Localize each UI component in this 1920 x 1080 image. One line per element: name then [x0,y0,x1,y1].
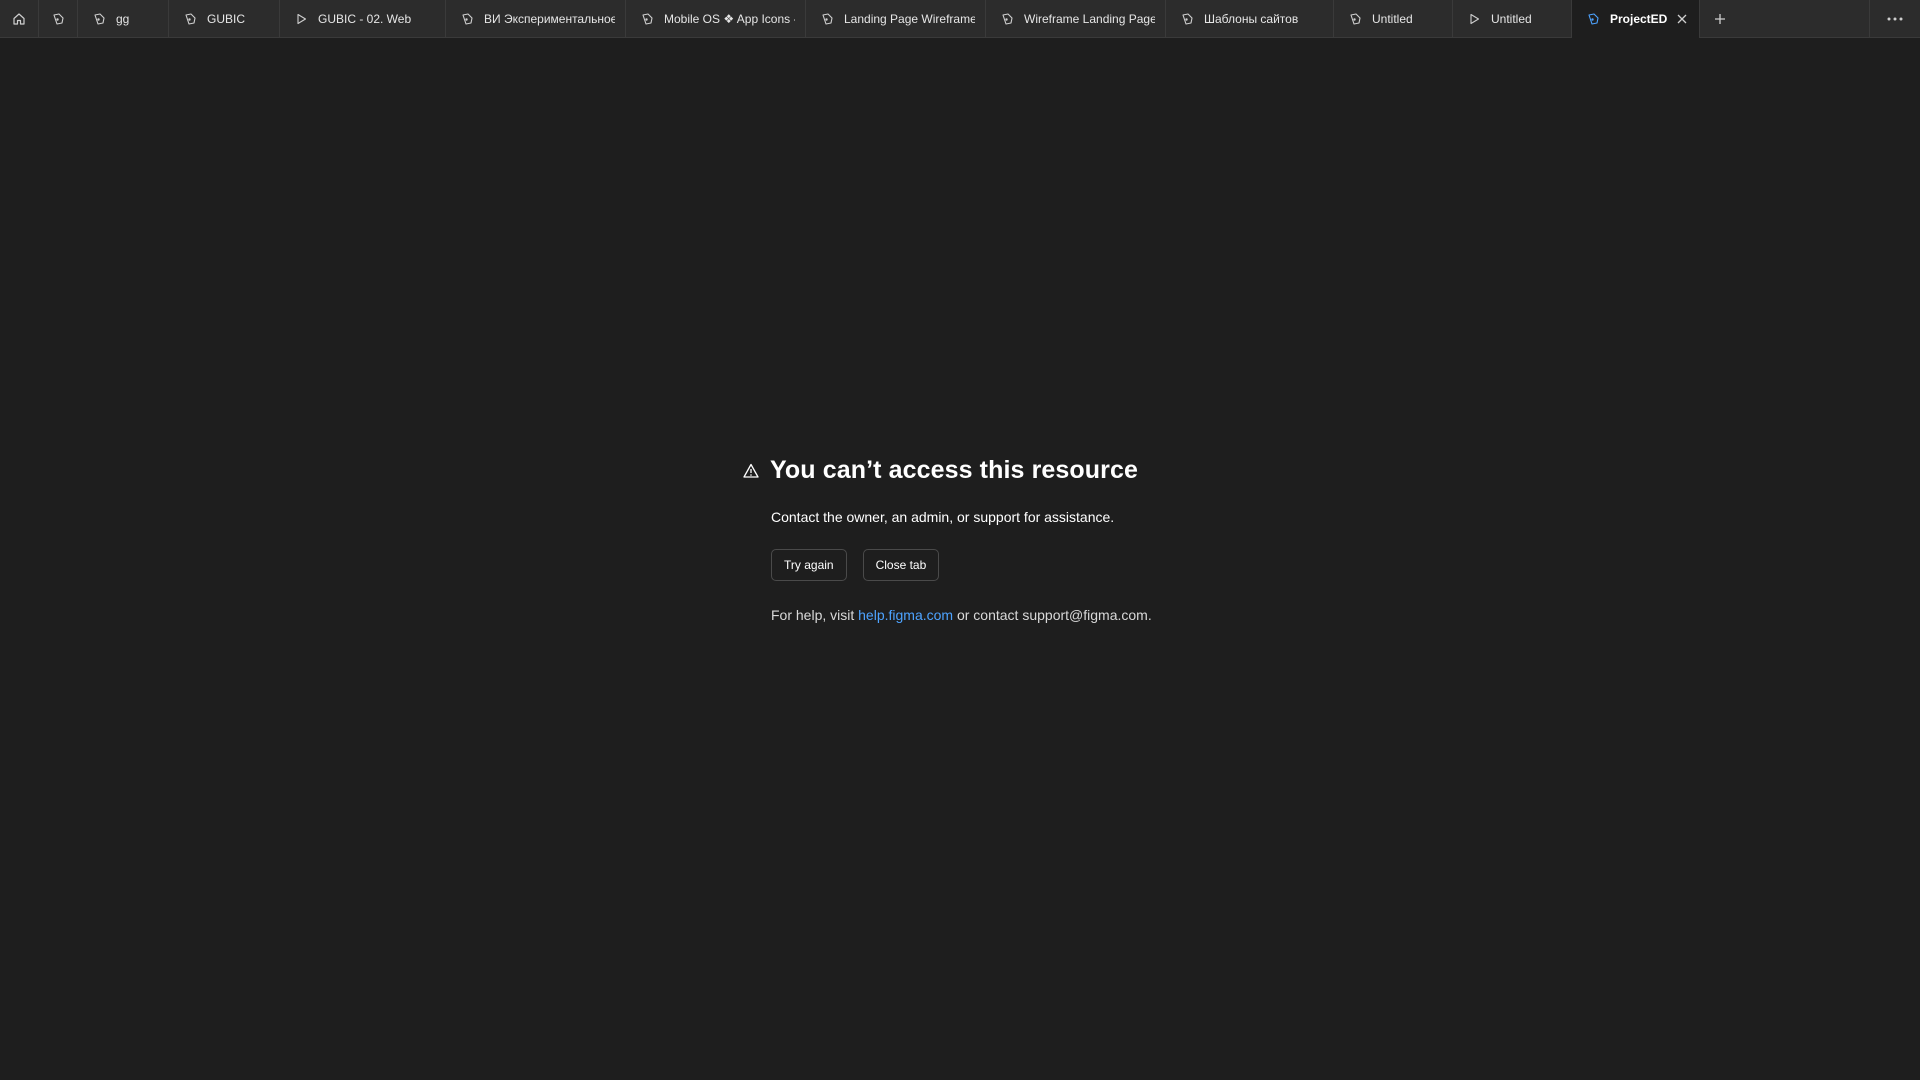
figma-file-icon [1000,12,1014,26]
help-prefix: For help, visit [771,607,859,623]
tab-mobile-os[interactable]: Mobile OS ❖ App Icons - [626,0,806,37]
more-icon [1887,17,1903,21]
tab-bar: gg GUBIC GUBIC - 02. Web ВИ Эксперимента… [0,0,1920,38]
tab-wireframe-landing-page[interactable]: Wireframe Landing Page [986,0,1166,37]
tab-label: Untitled [1491,11,1532,26]
error-description: Contact the owner, an admin, or support … [771,509,1115,525]
tab-label: ВИ Экспериментальное [484,11,615,26]
action-buttons: Try again Close tab [771,549,1302,581]
tab-gubic[interactable]: GUBIC [169,0,280,37]
plus-icon [1713,12,1727,26]
tab-label: Untitled [1372,11,1413,26]
tab-landing-page-wireframe[interactable]: Landing Page Wireframe [806,0,986,37]
tab-gg[interactable]: gg [78,0,169,37]
figma-file-icon [183,12,197,26]
tab-label: GUBIC - 02. Web [318,11,412,26]
close-tab-button[interactable]: Close tab [862,549,940,581]
figma-file-icon [92,12,106,26]
drafts-button[interactable] [39,0,78,37]
error-heading-row: You can’t access this resource [742,456,1302,485]
error-panel: You can’t access this resource Contact t… [742,456,1302,623]
tab-projected[interactable]: ProjectED [1572,0,1700,38]
try-again-button[interactable]: Try again [771,549,847,581]
play-icon [1467,12,1481,26]
new-tab-button[interactable] [1700,0,1740,37]
tab-gubic-web[interactable]: GUBIC - 02. Web [280,0,446,37]
help-link[interactable]: help.figma.com [858,607,953,623]
warning-icon [742,462,760,480]
figma-file-icon [51,12,65,26]
figma-file-icon [1348,12,1362,26]
tab-untitled-2[interactable]: Untitled [1453,0,1572,37]
more-button[interactable] [1869,0,1920,37]
tab-label: GUBIC [207,11,246,26]
tab-label: gg [116,11,130,26]
main-content: You can’t access this resource Contact t… [0,38,1920,1080]
figma-file-icon [1180,12,1194,26]
tab-label: Landing Page Wireframe [844,11,975,26]
help-text: For help, visit help.figma.com or contac… [771,607,1302,623]
tab-untitled-1[interactable]: Untitled [1334,0,1453,37]
tab-bar-spacer [1740,0,1869,37]
close-icon[interactable] [1675,12,1689,26]
help-suffix: or contact support@figma.com. [953,607,1152,623]
tab-site-templates[interactable]: Шаблоны сайтов [1166,0,1334,37]
figma-file-icon [820,12,834,26]
home-icon [12,12,26,26]
page-title: You can’t access this resource [770,456,1138,484]
home-button[interactable] [0,0,39,37]
figma-file-icon [640,12,654,26]
play-icon [294,12,308,26]
tab-vi-experimental[interactable]: ВИ Экспериментальное [446,0,626,37]
tab-label: Mobile OS ❖ App Icons - [664,11,795,26]
tab-label: Wireframe Landing Page [1024,11,1155,26]
tab-label: Шаблоны сайтов [1204,11,1299,26]
figma-file-icon [460,12,474,26]
tab-label: ProjectED [1610,12,1668,26]
figma-file-icon [1586,12,1600,26]
